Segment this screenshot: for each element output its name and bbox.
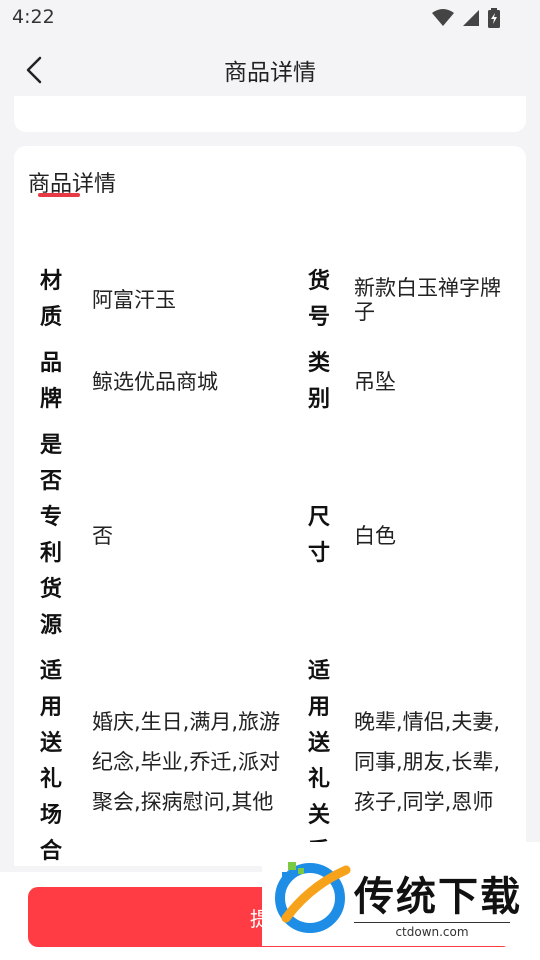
spec-value-gift-relation: 晚辈,情侣,夫妻,同事,朋友,长辈,孩子,同学,恩师: [354, 710, 501, 814]
spec-value-material: 阿富汗玉: [92, 288, 176, 312]
spec-value-size: 白色: [354, 524, 396, 548]
spec-label-brand: 品 牌: [39, 351, 62, 412]
spec-row-material: 材 质 阿富汗玉 货 号 新款白玉禅字牌子: [34, 264, 514, 336]
spec-row-gift: 适 用 送 礼 场 合 婚庆,生日,满月,旅游纪念,毕业,乔迁,派对聚会,探病慰…: [34, 654, 514, 866]
spec-row-brand: 品 牌 鲸选优品商城 类 别 吊坠: [34, 346, 514, 418]
spec-label-patent: 是 否 专 利 货 源: [39, 433, 62, 638]
status-bar: 4:22: [0, 0, 540, 36]
product-detail-card: 商品详情 材 质 阿富汗玉 货 号 新款白玉禅字牌子 品 牌 鲸选优品商城 类 …: [14, 146, 526, 866]
page-title: 商品详情: [224, 60, 316, 86]
status-icons: [432, 8, 500, 28]
signal-icon: [463, 10, 479, 26]
spec-label-gift-occasion: 适 用 送 礼 场 合: [39, 659, 62, 864]
spec-label-size: 尺 寸: [307, 505, 330, 566]
nav-bar: 商品详情: [0, 36, 540, 100]
wifi-icon: [432, 9, 454, 26]
spec-label-item-no: 货 号: [307, 269, 330, 330]
watermark: 传统下载 ctdown.com: [262, 842, 540, 946]
watermark-logo-icon: [275, 862, 351, 933]
spec-value-patent: 否: [92, 524, 113, 548]
spec-label-gift-relation: 适 用 送 礼 关 系: [307, 659, 330, 864]
spec-label-category: 类 别: [307, 351, 330, 412]
watermark-brand: 传统下载: [354, 874, 522, 920]
spec-value-category: 吊坠: [354, 370, 396, 394]
watermark-url: ctdown.com: [354, 922, 510, 939]
spec-value-gift-occasion: 婚庆,生日,满月,旅游纪念,毕业,乔迁,派对聚会,探病慰问,其他: [92, 710, 281, 814]
previous-card: [14, 96, 526, 132]
section-underline: [38, 193, 80, 197]
battery-icon: [488, 8, 500, 28]
spec-label-material: 材 质: [39, 269, 62, 330]
spec-value-item-no: 新款白玉禅字牌子: [354, 276, 501, 324]
spec-value-brand: 鲸选优品商城: [92, 370, 218, 394]
spec-table: 材 质 阿富汗玉 货 号 新款白玉禅字牌子 品 牌 鲸选优品商城 类 别 吊坠 …: [34, 264, 514, 866]
status-time: 4:22: [12, 6, 55, 28]
spec-row-patent: 是 否 专 利 货 源 否 尺 寸 白色: [34, 428, 514, 644]
